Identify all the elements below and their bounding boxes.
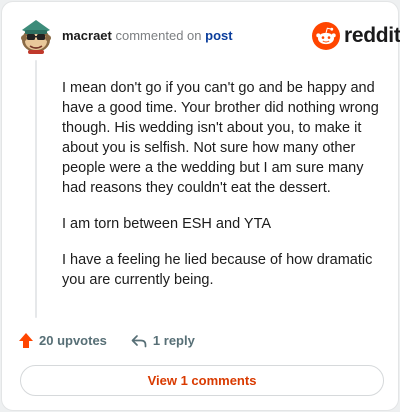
reply-button[interactable]: 1 reply [131,333,195,348]
reddit-wordmark: reddit [344,24,400,47]
upvotes-count: 20 upvotes [39,333,107,348]
comment-actions: 20 upvotes 1 reply [18,332,195,349]
username[interactable]: macraet [62,28,112,43]
comment-header: macraet commented on post [62,28,233,44]
avatar[interactable] [18,16,54,54]
reddit-snoo-icon [312,22,340,50]
comment-body: I mean don't go if you can't go and be h… [62,78,380,306]
comment-card: macraet commented on post reddit I mean … [1,1,400,411]
comment-paragraph: I mean don't go if you can't go and be h… [62,80,379,196]
comment-paragraph: I have a feeling he lied because of how … [62,252,373,288]
comment-action-text: commented on [115,28,202,43]
upvote-button[interactable]: 20 upvotes [18,332,107,349]
thread-line [35,60,37,318]
reddit-logo[interactable]: reddit [312,22,400,50]
reply-arrow-icon [131,334,147,347]
reply-count: 1 reply [152,333,195,348]
view-comments-button[interactable]: View 1 comments [20,365,384,396]
post-link[interactable]: post [205,28,232,43]
comment-paragraph: I am torn between ESH and YTA [62,216,272,232]
upvote-arrow-icon [19,333,33,348]
